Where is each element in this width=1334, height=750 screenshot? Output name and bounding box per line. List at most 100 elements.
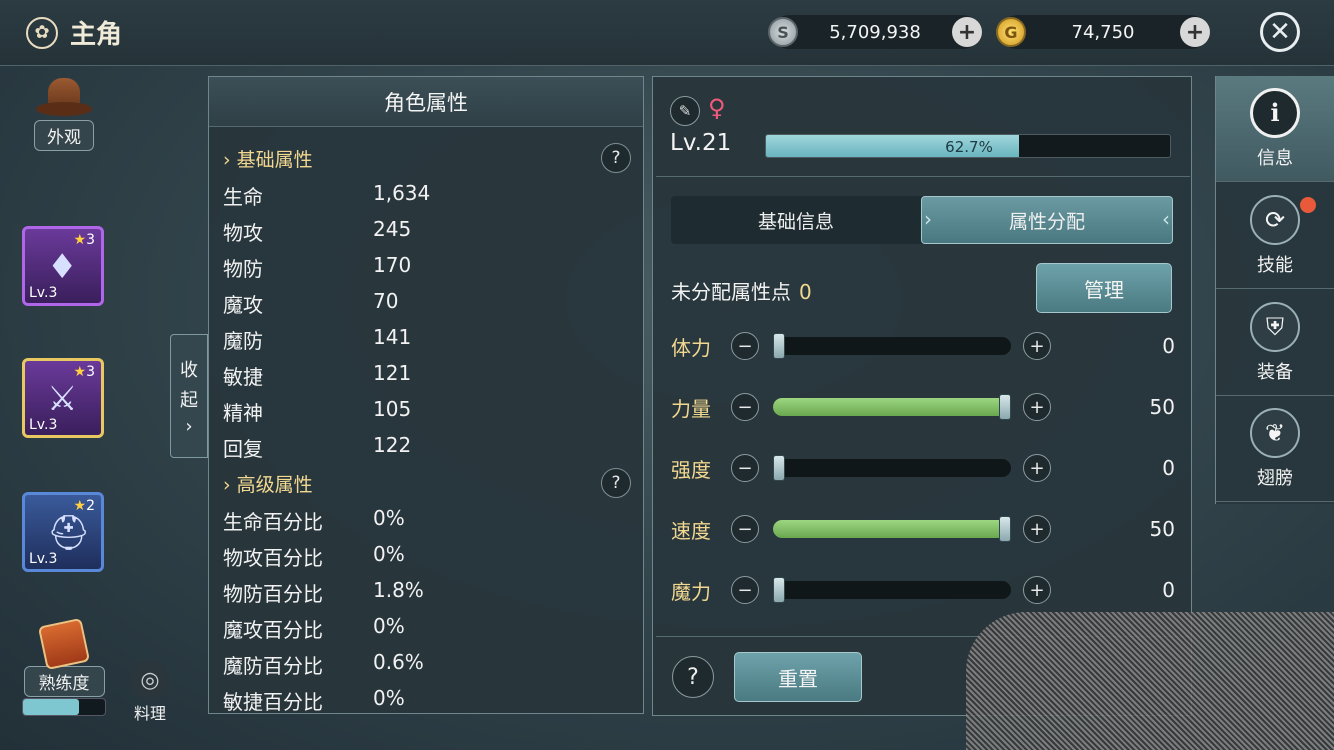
stat-row: 强度 − + 0 xyxy=(671,452,1175,484)
equipment-slot[interactable]: ♦ ★3 Lv.3 xyxy=(22,226,104,306)
manage-button[interactable]: 管理 xyxy=(1036,263,1172,313)
stat-slider[interactable] xyxy=(773,455,1011,481)
rename-button[interactable]: ✎ xyxy=(670,96,700,126)
stat-name: 体力 xyxy=(671,335,711,360)
chevron-right-icon: › xyxy=(185,415,193,437)
stat-value: 50 xyxy=(1149,395,1175,419)
close-icon: ✕ xyxy=(1269,17,1291,47)
basic-attributes-header: › 基础属性 xyxy=(223,149,313,171)
slider-handle[interactable] xyxy=(773,455,785,481)
nav-item-info[interactable]: i 信息 xyxy=(1216,76,1334,182)
exp-bar: 62.7% xyxy=(765,134,1171,158)
help-button[interactable]: ? xyxy=(672,656,714,698)
stat-slider[interactable] xyxy=(773,577,1011,603)
stat-value: 0 xyxy=(1162,456,1175,480)
gold-coin-icon: G xyxy=(996,17,1026,47)
collapse-panel-tab[interactable]: 收 起 › xyxy=(170,334,208,458)
axe-icon: ⚔ xyxy=(47,379,78,419)
page-title: 主角 xyxy=(70,20,123,50)
star-rating: ★2 xyxy=(73,498,95,514)
cooking-label: 料理 xyxy=(133,704,166,723)
nav-item-wings[interactable]: ❦ 翅膀 xyxy=(1216,396,1334,502)
info-icon: i xyxy=(1250,87,1300,138)
unallocated-value: 0 xyxy=(799,280,812,304)
decrease-button[interactable]: − xyxy=(731,332,759,360)
add-silver-button[interactable]: + xyxy=(952,17,982,47)
exp-percent: 62.7% xyxy=(945,138,993,156)
stat-row: 速度 − + 50 xyxy=(671,513,1175,545)
stat-row: 体力 − + 0 xyxy=(671,330,1175,362)
stat-slider[interactable] xyxy=(773,333,1011,359)
slider-handle[interactable] xyxy=(773,577,785,603)
slider-handle[interactable] xyxy=(999,394,1011,420)
nav-label: 翅膀 xyxy=(1257,467,1293,489)
attribute-panel-title: 角色属性 xyxy=(209,77,643,127)
stat-value: 0 xyxy=(1162,334,1175,358)
earring-icon: ♦ xyxy=(47,247,78,287)
collapse-label: 收 xyxy=(180,359,198,381)
chevron-right-icon: › xyxy=(223,149,231,171)
close-button[interactable]: ✕ xyxy=(1260,12,1300,52)
collapse-label: 起 xyxy=(180,389,198,411)
obscured-region xyxy=(966,612,1334,750)
stat-row: 力量 − + 50 xyxy=(671,391,1175,423)
proficiency-label: 熟练度 xyxy=(23,666,105,697)
attribute-row: 精神 105 xyxy=(223,397,412,425)
page-title-group: ✿ 主角 xyxy=(26,14,122,51)
nav-item-skills[interactable]: ⟳ 技能 xyxy=(1216,183,1334,289)
reset-button[interactable]: 重置 xyxy=(734,652,862,702)
proficiency-bar-fill xyxy=(23,699,79,715)
wing-icon: ❦ xyxy=(1250,407,1300,458)
tab-attribute-allocation[interactable]: 属性分配 xyxy=(921,196,1173,244)
slider-handle[interactable] xyxy=(999,516,1011,542)
attribute-row: 物攻 245 xyxy=(223,217,412,245)
nav-label: 技能 xyxy=(1257,254,1293,276)
gold-amount: 74,750 xyxy=(1071,21,1135,43)
help-button[interactable]: ? xyxy=(601,143,631,173)
cooking-button[interactable]: ◎ 料理 xyxy=(128,660,172,724)
slider-handle[interactable] xyxy=(773,333,785,359)
stat-name: 力量 xyxy=(671,396,711,421)
attribute-panel: 角色属性 › 基础属性 ? 生命 1,634 物攻 245 物防 170 魔攻 70 魔防… xyxy=(208,76,644,714)
nav-item-equipment[interactable]: ⛨ 装备 xyxy=(1216,290,1334,396)
increase-button[interactable]: + xyxy=(1023,454,1051,482)
stat-name: 强度 xyxy=(671,457,711,482)
attribute-row: 魔攻 70 xyxy=(223,289,399,317)
decrease-button[interactable]: − xyxy=(731,393,759,421)
tab-basic-info[interactable]: 基础信息 xyxy=(671,196,921,244)
proficiency-button[interactable]: 熟练度 xyxy=(22,617,106,697)
scroll-icon xyxy=(37,617,91,671)
helmet-icon: ⛑ xyxy=(47,513,91,553)
equipment-slot[interactable]: ⚔ ★3 Lv.3 xyxy=(22,358,104,438)
increase-button[interactable]: + xyxy=(1023,393,1051,421)
attribute-row: 物防百分比 1.8% xyxy=(223,578,424,606)
decrease-button[interactable]: − xyxy=(731,515,759,543)
help-button[interactable]: ? xyxy=(601,468,631,498)
star-rating: ★3 xyxy=(73,232,95,248)
silver-coin-icon: S xyxy=(768,17,798,47)
add-gold-button[interactable]: + xyxy=(1180,17,1210,47)
attribute-row: 敏捷百分比 0% xyxy=(223,686,405,714)
info-tabs: 基础信息 属性分配 xyxy=(671,196,1173,244)
star-rating: ★3 xyxy=(73,364,95,380)
increase-button[interactable]: + xyxy=(1023,515,1051,543)
attribute-row: 生命 1,634 xyxy=(223,181,431,209)
stat-slider[interactable] xyxy=(773,516,1011,542)
equipment-slot[interactable]: ⛑ ★2 Lv.3 xyxy=(22,492,104,572)
increase-button[interactable]: + xyxy=(1023,332,1051,360)
appearance-button[interactable]: 外观 xyxy=(22,78,106,151)
decrease-button[interactable]: − xyxy=(731,576,759,604)
equipment-level: Lv.3 xyxy=(29,417,58,433)
proficiency-bar xyxy=(22,698,106,716)
attribute-row: 物防 170 xyxy=(223,253,412,281)
cooking-icon: ◎ xyxy=(130,660,170,700)
stat-value: 0 xyxy=(1162,578,1175,602)
attribute-row: 魔防 141 xyxy=(223,325,412,353)
stat-row: 魔力 − + 0 xyxy=(671,574,1175,606)
decrease-button[interactable]: − xyxy=(731,454,759,482)
silver-amount: 5,709,938 xyxy=(829,21,921,43)
increase-button[interactable]: + xyxy=(1023,576,1051,604)
stat-slider[interactable] xyxy=(773,394,1011,420)
armor-icon: ⛨ xyxy=(1250,301,1300,352)
attribute-row: 魔防百分比 0.6% xyxy=(223,650,424,678)
